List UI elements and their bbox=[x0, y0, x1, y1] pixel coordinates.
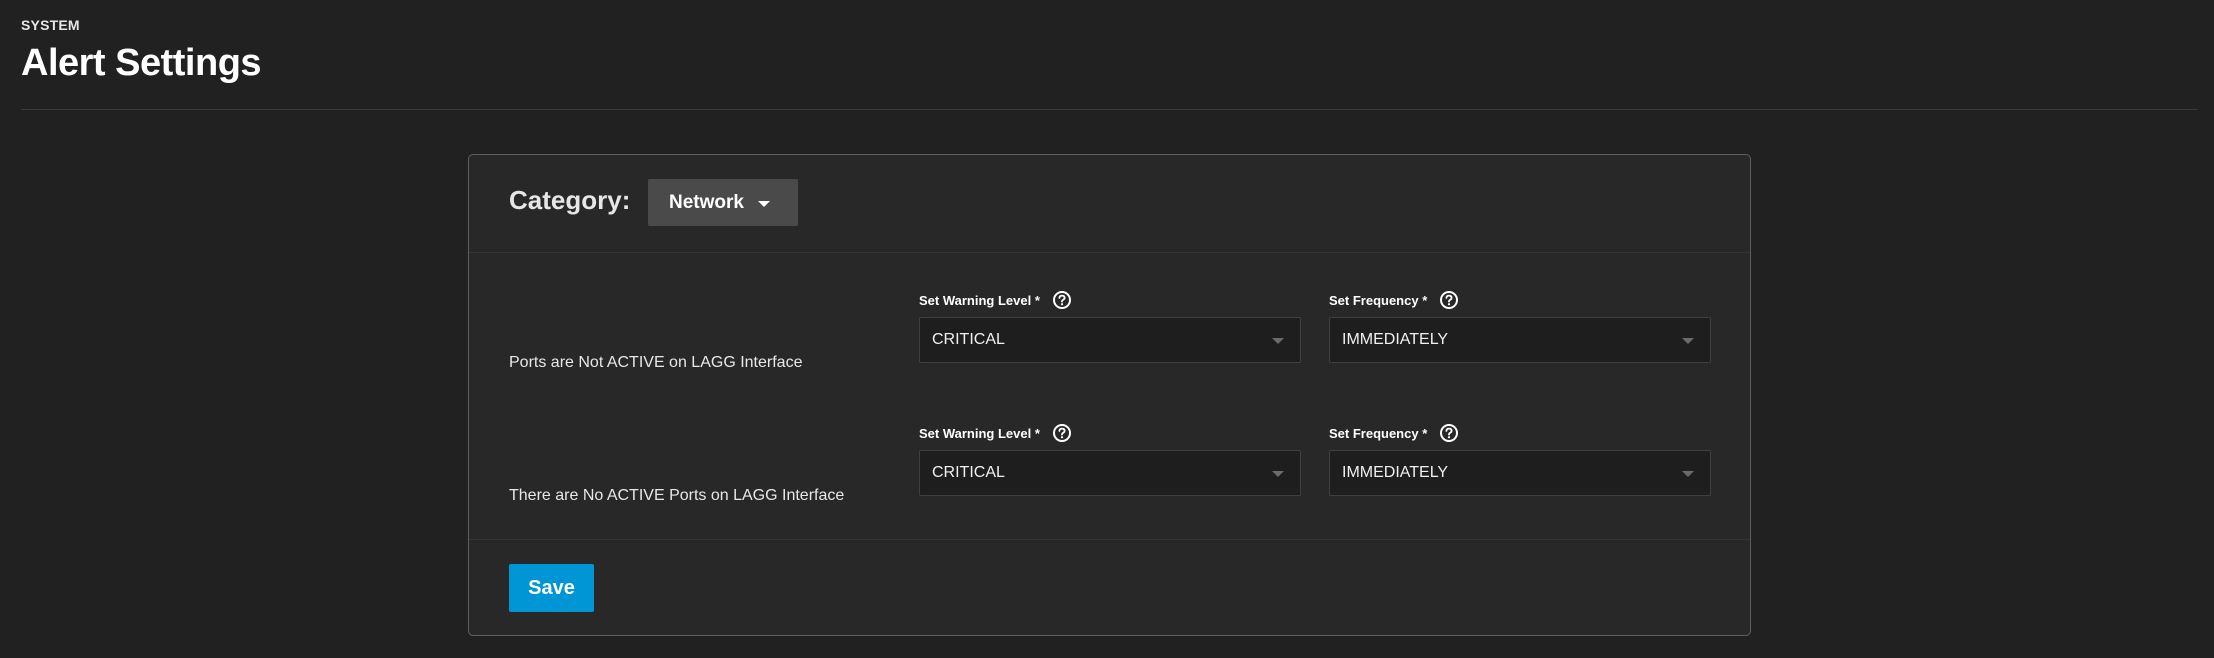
alert-settings-card: Category: Network Ports are Not ACTIVE o… bbox=[468, 154, 1751, 636]
frequency-value: IMMEDIATELY bbox=[1342, 331, 1449, 348]
help-circle-icon[interactable] bbox=[1052, 423, 1072, 443]
frequency-label-text: Set Frequency * bbox=[1329, 292, 1428, 308]
frequency-select[interactable]: IMMEDIATELY bbox=[1329, 317, 1711, 363]
help-circle-icon[interactable] bbox=[1439, 290, 1459, 310]
alert-row: Ports are Not ACTIVE on LAGG Interface S… bbox=[469, 288, 1750, 421]
category-select-value: Network bbox=[669, 191, 744, 213]
frequency-select[interactable]: IMMEDIATELY bbox=[1329, 450, 1711, 496]
frequency-label: Set Frequency * bbox=[1329, 421, 1459, 445]
chevron-down-icon bbox=[1272, 471, 1284, 477]
warning-level-value: CRITICAL bbox=[932, 331, 1005, 348]
frequency-label: Set Frequency * bbox=[1329, 288, 1459, 312]
warning-level-label: Set Warning Level * bbox=[919, 421, 1072, 445]
card-header: Category: Network bbox=[469, 155, 1750, 253]
warning-level-value: CRITICAL bbox=[932, 464, 1005, 481]
page-title: Alert Settings bbox=[21, 42, 262, 84]
warning-level-label-text: Set Warning Level * bbox=[919, 425, 1040, 441]
chevron-down-icon bbox=[757, 201, 770, 207]
frequency-label-text: Set Frequency * bbox=[1329, 425, 1428, 441]
frequency-value: IMMEDIATELY bbox=[1342, 464, 1449, 481]
card-footer: Save bbox=[469, 539, 1750, 635]
alert-row: There are No ACTIVE Ports on LAGG Interf… bbox=[469, 421, 1750, 554]
category-label: Category: bbox=[509, 185, 631, 215]
warning-level-select[interactable]: CRITICAL bbox=[919, 317, 1301, 363]
category-select[interactable]: Network bbox=[648, 179, 798, 226]
warning-level-label: Set Warning Level * bbox=[919, 288, 1072, 312]
chevron-down-icon bbox=[1682, 471, 1694, 477]
save-button[interactable]: Save bbox=[509, 564, 594, 612]
chevron-down-icon bbox=[1682, 338, 1694, 344]
warning-level-select[interactable]: CRITICAL bbox=[919, 450, 1301, 496]
warning-level-label-text: Set Warning Level * bbox=[919, 292, 1040, 308]
header-divider bbox=[21, 109, 2198, 110]
help-circle-icon[interactable] bbox=[1052, 290, 1072, 310]
alert-name: Ports are Not ACTIVE on LAGG Interface bbox=[509, 354, 803, 371]
chevron-down-icon bbox=[1272, 338, 1284, 344]
alert-name: There are No ACTIVE Ports on LAGG Interf… bbox=[509, 487, 845, 504]
help-circle-icon[interactable] bbox=[1439, 423, 1459, 443]
breadcrumb: SYSTEM bbox=[21, 17, 80, 33]
